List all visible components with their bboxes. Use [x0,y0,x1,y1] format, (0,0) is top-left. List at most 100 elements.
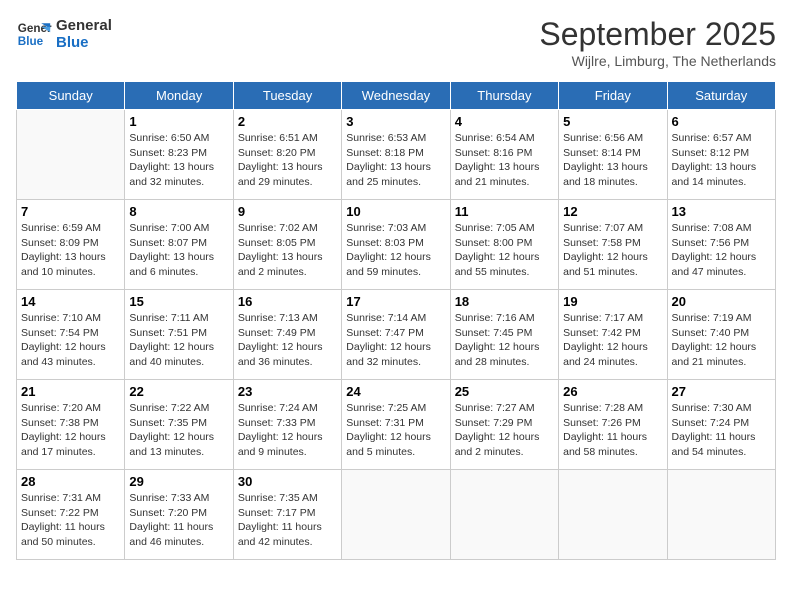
day-info: Sunrise: 6:56 AM Sunset: 8:14 PM Dayligh… [563,131,662,190]
day-info: Sunrise: 6:53 AM Sunset: 8:18 PM Dayligh… [346,131,445,190]
day-number: 4 [455,114,554,129]
day-number: 6 [672,114,771,129]
day-info: Sunrise: 6:51 AM Sunset: 8:20 PM Dayligh… [238,131,337,190]
week-row-2: 7 Sunrise: 6:59 AM Sunset: 8:09 PM Daylig… [17,200,776,290]
day-number: 24 [346,384,445,399]
calendar-cell: 4 Sunrise: 6:54 AM Sunset: 8:16 PM Daylig… [450,110,558,200]
day-info: Sunrise: 7:27 AM Sunset: 7:29 PM Dayligh… [455,401,554,460]
day-number: 5 [563,114,662,129]
day-number: 30 [238,474,337,489]
day-number: 1 [129,114,228,129]
calendar-cell: 10 Sunrise: 7:03 AM Sunset: 8:03 PM Dayli… [342,200,450,290]
day-info: Sunrise: 7:10 AM Sunset: 7:54 PM Dayligh… [21,311,120,370]
day-number: 13 [672,204,771,219]
day-number: 15 [129,294,228,309]
day-info: Sunrise: 7:14 AM Sunset: 7:47 PM Dayligh… [346,311,445,370]
day-info: Sunrise: 6:54 AM Sunset: 8:16 PM Dayligh… [455,131,554,190]
calendar-cell: 9Sunrise: 7:02 AM Sunset: 8:05 PM Daylig… [233,200,341,290]
day-number: 18 [455,294,554,309]
day-number: 23 [238,384,337,399]
location-subtitle: Wijlre, Limburg, The Netherlands [539,53,776,69]
day-number: 28 [21,474,120,489]
col-header-friday: Friday [559,82,667,110]
day-info: Sunrise: 7:30 AM Sunset: 7:24 PM Dayligh… [672,401,771,460]
day-number: 27 [672,384,771,399]
day-number: 21 [21,384,120,399]
week-row-4: 21 Sunrise: 7:20 AM Sunset: 7:38 PM Dayli… [17,380,776,470]
calendar-cell: 21 Sunrise: 7:20 AM Sunset: 7:38 PM Dayli… [17,380,125,470]
day-info: Sunrise: 7:35 AM Sunset: 7:17 PM Dayligh… [238,491,337,550]
calendar-cell: 3Sunrise: 6:53 AM Sunset: 8:18 PM Daylig… [342,110,450,200]
col-header-thursday: Thursday [450,82,558,110]
calendar-cell: 19 Sunrise: 7:17 AM Sunset: 7:42 PM Dayli… [559,290,667,380]
calendar-cell [667,470,775,560]
logo-icon: General Blue [16,16,52,52]
col-header-sunday: Sunday [17,82,125,110]
week-row-5: 28 Sunrise: 7:31 AM Sunset: 7:22 PM Dayli… [17,470,776,560]
calendar-cell: 23 Sunrise: 7:24 AM Sunset: 7:33 PM Dayli… [233,380,341,470]
title-block: September 2025 Wijlre, Limburg, The Neth… [539,16,776,69]
day-info: Sunrise: 7:00 AM Sunset: 8:07 PM Dayligh… [129,221,228,280]
day-info: Sunrise: 7:19 AM Sunset: 7:40 PM Dayligh… [672,311,771,370]
day-info: Sunrise: 7:17 AM Sunset: 7:42 PM Dayligh… [563,311,662,370]
day-number: 26 [563,384,662,399]
calendar-cell: 16 Sunrise: 7:13 AM Sunset: 7:49 PM Dayli… [233,290,341,380]
day-number: 12 [563,204,662,219]
calendar-cell: 6Sunrise: 6:57 AM Sunset: 8:12 PM Daylig… [667,110,775,200]
day-number: 11 [455,204,554,219]
calendar-cell [342,470,450,560]
day-info: Sunrise: 7:24 AM Sunset: 7:33 PM Dayligh… [238,401,337,460]
day-number: 9 [238,204,337,219]
logo-line2: Blue [56,34,112,51]
day-info: Sunrise: 7:11 AM Sunset: 7:51 PM Dayligh… [129,311,228,370]
day-number: 10 [346,204,445,219]
calendar-cell: 15 Sunrise: 7:11 AM Sunset: 7:51 PM Dayli… [125,290,233,380]
logo: General Blue General Blue [16,16,112,52]
week-row-1: 1Sunrise: 6:50 AM Sunset: 8:23 PM Daylig… [17,110,776,200]
day-info: Sunrise: 7:33 AM Sunset: 7:20 PM Dayligh… [129,491,228,550]
logo-line1: General [56,17,112,34]
day-info: Sunrise: 6:59 AM Sunset: 8:09 PM Dayligh… [21,221,120,280]
col-header-tuesday: Tuesday [233,82,341,110]
calendar-cell [450,470,558,560]
day-number: 20 [672,294,771,309]
day-info: Sunrise: 7:13 AM Sunset: 7:49 PM Dayligh… [238,311,337,370]
day-info: Sunrise: 7:03 AM Sunset: 8:03 PM Dayligh… [346,221,445,280]
calendar-cell: 28 Sunrise: 7:31 AM Sunset: 7:22 PM Dayli… [17,470,125,560]
day-info: Sunrise: 7:16 AM Sunset: 7:45 PM Dayligh… [455,311,554,370]
day-info: Sunrise: 7:07 AM Sunset: 7:58 PM Dayligh… [563,221,662,280]
calendar-cell: 17 Sunrise: 7:14 AM Sunset: 7:47 PM Dayli… [342,290,450,380]
col-header-monday: Monday [125,82,233,110]
calendar-cell: 11 Sunrise: 7:05 AM Sunset: 8:00 PM Dayli… [450,200,558,290]
calendar-cell: 13 Sunrise: 7:08 AM Sunset: 7:56 PM Dayli… [667,200,775,290]
calendar-cell: 2 Sunrise: 6:51 AM Sunset: 8:20 PM Daylig… [233,110,341,200]
calendar-cell: 27 Sunrise: 7:30 AM Sunset: 7:24 PM Dayli… [667,380,775,470]
day-number: 17 [346,294,445,309]
day-number: 19 [563,294,662,309]
day-info: Sunrise: 7:31 AM Sunset: 7:22 PM Dayligh… [21,491,120,550]
day-info: Sunrise: 7:22 AM Sunset: 7:35 PM Dayligh… [129,401,228,460]
day-number: 16 [238,294,337,309]
calendar-cell: 29Sunrise: 7:33 AM Sunset: 7:20 PM Dayli… [125,470,233,560]
day-info: Sunrise: 7:08 AM Sunset: 7:56 PM Dayligh… [672,221,771,280]
week-row-3: 14 Sunrise: 7:10 AM Sunset: 7:54 PM Dayli… [17,290,776,380]
day-info: Sunrise: 7:25 AM Sunset: 7:31 PM Dayligh… [346,401,445,460]
header-row: SundayMondayTuesdayWednesdayThursdayFrid… [17,82,776,110]
day-number: 2 [238,114,337,129]
calendar-cell: 8Sunrise: 7:00 AM Sunset: 8:07 PM Daylig… [125,200,233,290]
day-info: Sunrise: 7:20 AM Sunset: 7:38 PM Dayligh… [21,401,120,460]
calendar-cell: 26Sunrise: 7:28 AM Sunset: 7:26 PM Dayli… [559,380,667,470]
calendar-cell: 7 Sunrise: 6:59 AM Sunset: 8:09 PM Daylig… [17,200,125,290]
col-header-wednesday: Wednesday [342,82,450,110]
calendar-cell: 14 Sunrise: 7:10 AM Sunset: 7:54 PM Dayli… [17,290,125,380]
day-info: Sunrise: 7:05 AM Sunset: 8:00 PM Dayligh… [455,221,554,280]
svg-text:Blue: Blue [18,35,44,48]
calendar-cell: 22Sunrise: 7:22 AM Sunset: 7:35 PM Dayli… [125,380,233,470]
day-number: 14 [21,294,120,309]
calendar-cell [17,110,125,200]
calendar-cell: 30 Sunrise: 7:35 AM Sunset: 7:17 PM Dayli… [233,470,341,560]
calendar-cell: 12 Sunrise: 7:07 AM Sunset: 7:58 PM Dayli… [559,200,667,290]
day-number: 7 [21,204,120,219]
calendar-cell: 20 Sunrise: 7:19 AM Sunset: 7:40 PM Dayli… [667,290,775,380]
calendar-cell: 25Sunrise: 7:27 AM Sunset: 7:29 PM Dayli… [450,380,558,470]
